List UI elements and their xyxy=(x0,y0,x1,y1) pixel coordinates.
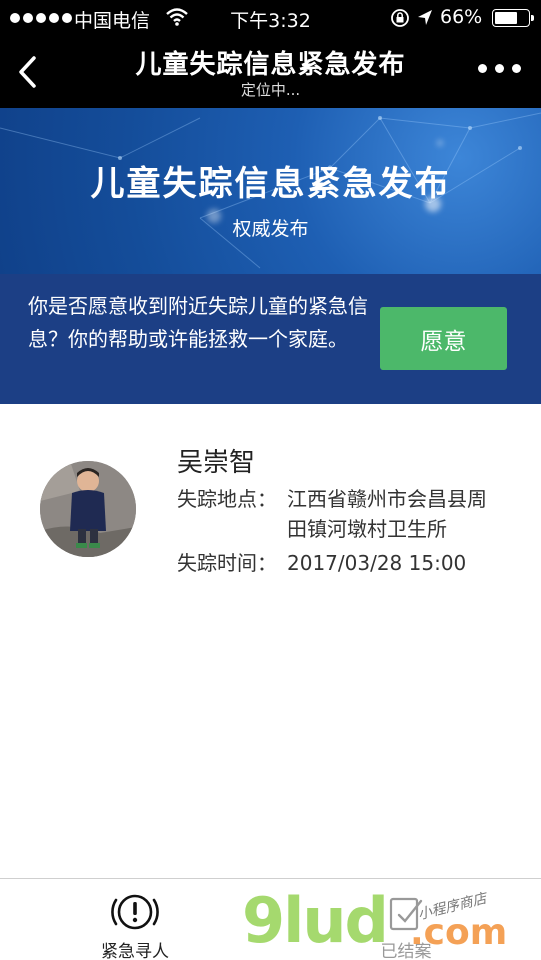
missing-location-row: 失踪地点： 江西省赣州市会昌县周田镇河墩村卫生所 xyxy=(177,484,497,544)
nav-subtitle: 定位中... xyxy=(240,81,301,99)
missing-location-value: 江西省赣州市会昌县周田镇河墩村卫生所 xyxy=(287,487,487,541)
missing-location-label: 失踪地点： xyxy=(177,487,277,511)
closed-case-icon xyxy=(389,897,423,931)
rotation-lock-icon xyxy=(391,9,409,27)
battery-percent: 66% xyxy=(440,6,483,28)
nav-bar: 儿童失踪信息紧急发布 定位中... xyxy=(0,36,541,108)
child-photo xyxy=(40,461,136,557)
missing-time-label: 失踪时间： xyxy=(177,551,277,575)
battery-icon xyxy=(492,9,534,27)
more-options-icon[interactable] xyxy=(478,64,521,73)
child-name: 吴崇智 xyxy=(177,448,256,478)
tab-emergency-search-label: 紧急寻人 xyxy=(101,942,169,960)
status-bar: 中国电信 下午3:32 66% xyxy=(0,0,541,36)
banner-glow xyxy=(437,140,443,146)
tab-closed-cases-label: 已结案 xyxy=(380,942,432,960)
missing-time-row: 失踪时间： 2017/03/28 15:00 xyxy=(177,548,497,578)
alert-circle-icon xyxy=(111,894,159,930)
banner-title: 儿童失踪信息紧急发布 xyxy=(90,164,451,204)
location-arrow-icon xyxy=(418,10,432,25)
tab-closed-cases[interactable]: 已结案 xyxy=(271,879,541,960)
nav-title: 儿童失踪信息紧急发布 xyxy=(135,50,406,80)
tab-emergency-search[interactable]: 紧急寻人 xyxy=(0,879,270,960)
banner-subtitle: 权威发布 xyxy=(232,218,309,240)
hero-banner: 儿童失踪信息紧急发布 权威发布 xyxy=(0,108,541,274)
prompt-text: 你是否愿意收到附近失踪儿童的紧急信息？你的帮助或许能拯救一个家庭。 xyxy=(28,294,368,351)
missing-child-card[interactable]: 吴崇智 失踪地点： 江西省赣州市会昌县周田镇河墩村卫生所 失踪时间： 2017/03… xyxy=(0,404,541,604)
bottom-tab-bar: 紧急寻人 已结案 xyxy=(0,878,541,960)
notification-prompt: 你是否愿意收到附近失踪儿童的紧急信息？你的帮助或许能拯救一个家庭。 愿意 xyxy=(0,274,541,404)
missing-time-value: 2017/03/28 15:00 xyxy=(287,551,467,575)
agree-button[interactable]: 愿意 xyxy=(380,307,507,370)
